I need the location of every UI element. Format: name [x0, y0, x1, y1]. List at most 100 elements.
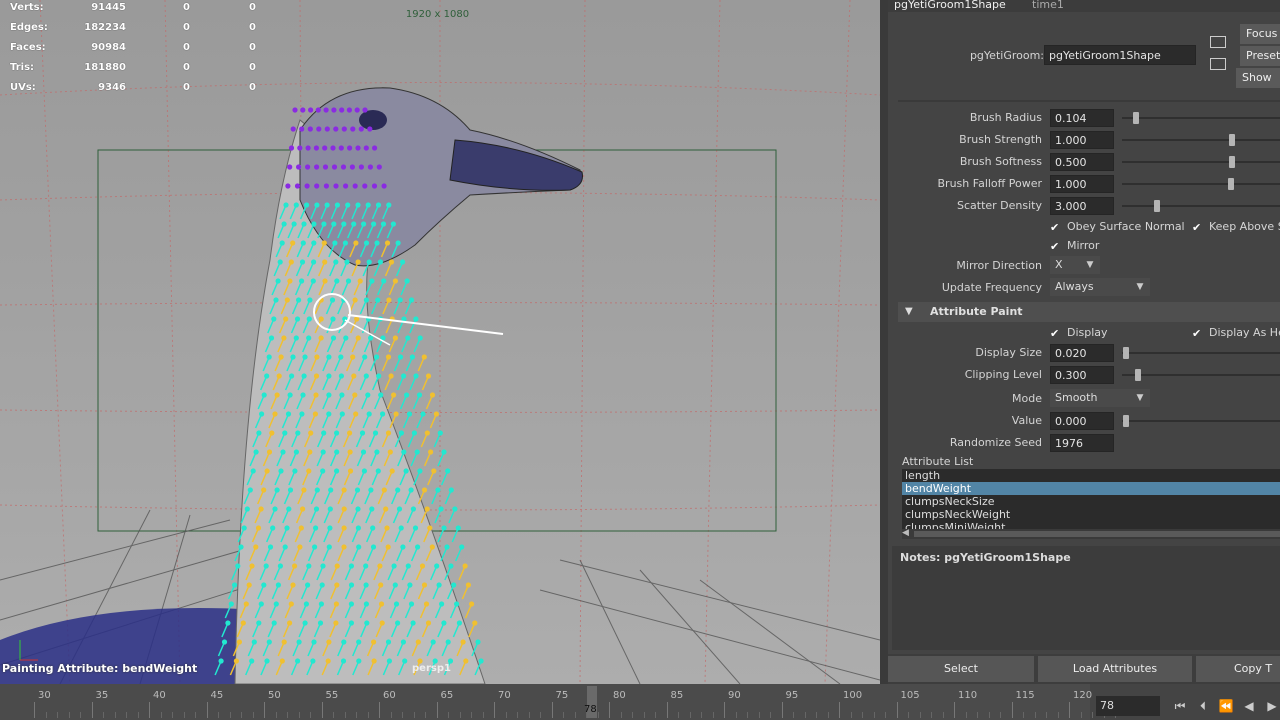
select-button[interactable]: Select	[888, 656, 1034, 682]
time-tick-minor	[252, 712, 254, 718]
time-tick-minor	[712, 712, 714, 718]
time-tick-minor	[977, 712, 978, 718]
brush-radius-slider[interactable]	[1122, 117, 1280, 119]
load-node-icon[interactable]	[1210, 58, 1226, 70]
display-checkbox[interactable]: ✔ Display	[1050, 326, 1108, 339]
viewport[interactable]: Verts: 91445 0 0 Edges: 182234 0 0 Faces: 90984 0 0…	[0, 0, 880, 684]
time-tick-minor	[57, 712, 58, 718]
brush-falloff-slider[interactable]	[1122, 183, 1280, 185]
display-size-slider[interactable]	[1122, 352, 1280, 354]
tab-groom-shape[interactable]: pgYetiGroom1Shape	[894, 0, 1006, 13]
viewport-scene[interactable]	[0, 0, 880, 684]
load-attributes-button[interactable]: Load Attributes	[1038, 656, 1192, 682]
brush-softness-slider[interactable]	[1122, 161, 1280, 163]
select-node-icon[interactable]	[1210, 36, 1226, 48]
notes-key: Notes:	[900, 551, 941, 564]
play-forward-icon[interactable]: ▶	[1262, 696, 1280, 716]
time-tick-minor	[402, 712, 403, 718]
obey-surface-checkbox[interactable]: ✔ Obey Surface Normal	[1050, 220, 1185, 233]
mirror-direction-dropdown[interactable]: X ▼	[1050, 256, 1100, 274]
brush-softness-knob[interactable]	[1229, 156, 1235, 168]
attribute-list-item[interactable]: length	[902, 469, 1280, 482]
randomize-seed-field[interactable]: 1976	[1050, 434, 1114, 452]
presets-button[interactable]: Presets	[1240, 46, 1280, 66]
value-field[interactable]: 0.000	[1050, 412, 1114, 430]
paint-vertex	[331, 164, 338, 170]
hair-guide	[395, 261, 404, 277]
display-size-label: Display Size	[975, 346, 1042, 359]
groom-name-field[interactable]: pgYetiGroom1Shape	[1044, 45, 1196, 65]
display-size-field[interactable]: 0.020	[1050, 344, 1114, 362]
brush-strength-knob[interactable]	[1229, 134, 1235, 146]
brush-strength-field[interactable]: 1.000	[1050, 131, 1114, 149]
attribute-list[interactable]: length bendWeight clumpsNeckSize clumpsNeck…	[902, 469, 1280, 529]
panel-divider[interactable]	[880, 0, 888, 684]
go-to-start-icon[interactable]: ⏮	[1170, 696, 1190, 716]
current-frame-field[interactable]: 78	[1096, 696, 1160, 716]
scrollbar-thumb[interactable]	[914, 531, 1280, 537]
attribute-list-item[interactable]: clumpsNeckWeight	[902, 508, 1280, 521]
attribute-list-scrollbar[interactable]: ◀	[902, 528, 1280, 539]
time-tick-label: 75	[555, 690, 569, 701]
step-back-key-icon[interactable]: ⏪	[1216, 696, 1236, 716]
step-back-icon[interactable]: ⏴	[1193, 696, 1213, 716]
attribute-list-item[interactable]: bendWeight	[902, 482, 1280, 495]
show-button[interactable]: Show	[1236, 68, 1280, 88]
obey-surface-label: Obey Surface Normal	[1067, 220, 1185, 233]
time-ruler[interactable]: 30 35 40 45 50 55 60 65 70 75 80 85 90 95 100 105 110 115…	[0, 684, 1116, 720]
attribute-list-item[interactable]: clumpsNeckSize	[902, 495, 1280, 508]
time-tick-minor	[528, 712, 530, 718]
time-tick-minor	[413, 712, 415, 718]
value-slider[interactable]	[1122, 420, 1280, 422]
hud-stat-v1: 91445	[91, 2, 126, 13]
tab-time1[interactable]: time1	[1032, 0, 1064, 13]
brush-radius-field[interactable]: 0.104	[1050, 109, 1114, 127]
hair-guide	[410, 451, 418, 467]
clipping-level-slider[interactable]	[1122, 374, 1280, 376]
time-slider[interactable]: 30 35 40 45 50 55 60 65 70 75 80 85 90 95 100 105 110 115…	[0, 684, 1280, 720]
copy-tab-button[interactable]: Copy T	[1196, 656, 1280, 682]
mode-value: Smooth	[1055, 391, 1098, 404]
play-back-icon[interactable]: ◀	[1239, 696, 1259, 716]
paint-vertex	[381, 183, 387, 189]
focus-button[interactable]: Focus	[1240, 24, 1280, 44]
brush-falloff-field[interactable]: 1.000	[1050, 175, 1114, 193]
display-as-checkbox[interactable]: ✔ Display As He	[1192, 326, 1280, 339]
hair-guide	[451, 527, 459, 543]
scatter-density-slider[interactable]	[1122, 205, 1280, 207]
scroll-left-icon[interactable]: ◀	[902, 528, 909, 538]
paint-status-text: Painting Attribute: bendWeight	[2, 662, 198, 675]
value-knob[interactable]	[1123, 415, 1129, 427]
paint-vertex	[362, 183, 368, 189]
notes-value: pgYetiGroom1Shape	[944, 551, 1071, 564]
hair-guide	[384, 375, 392, 391]
clipping-level-knob[interactable]	[1135, 369, 1141, 381]
attribute-list-item[interactable]: clumpsMiniWeight	[902, 521, 1280, 529]
hair-guide	[433, 432, 441, 448]
update-frequency-dropdown[interactable]: Always ▼	[1050, 278, 1150, 296]
time-tick-label: 100	[843, 690, 863, 701]
brush-strength-slider[interactable]	[1122, 139, 1280, 141]
brush-radius-knob[interactable]	[1133, 112, 1139, 124]
paint-vertex	[341, 126, 347, 132]
brush-falloff-knob[interactable]	[1228, 178, 1234, 190]
mirror-checkbox[interactable]: ✔ Mirror	[1050, 239, 1099, 252]
attribute-paint-section[interactable]: ▼ Attribute Paint	[898, 302, 1280, 322]
hair-guide	[464, 603, 473, 619]
scatter-density-knob[interactable]	[1154, 200, 1160, 212]
hair-guide	[444, 489, 452, 505]
time-tick-label: 115	[1015, 690, 1035, 701]
brush-softness-field[interactable]: 0.500	[1050, 153, 1114, 171]
time-tick-minor	[68, 712, 70, 718]
notes-area[interactable]: Notes: pgYetiGroom1Shape	[892, 546, 1280, 650]
hair-guide	[413, 337, 421, 353]
display-size-knob[interactable]	[1123, 347, 1129, 359]
time-tick-minor	[298, 712, 300, 718]
keep-above-checkbox[interactable]: ✔ Keep Above S	[1192, 220, 1280, 233]
paint-vertex	[285, 183, 291, 189]
clipping-level-field[interactable]: 0.300	[1050, 366, 1114, 384]
mode-dropdown[interactable]: Smooth ▼	[1050, 389, 1150, 407]
paint-vertex	[323, 183, 329, 189]
time-tick-minor	[1023, 712, 1024, 718]
scatter-density-field[interactable]: 3.000	[1050, 197, 1114, 215]
